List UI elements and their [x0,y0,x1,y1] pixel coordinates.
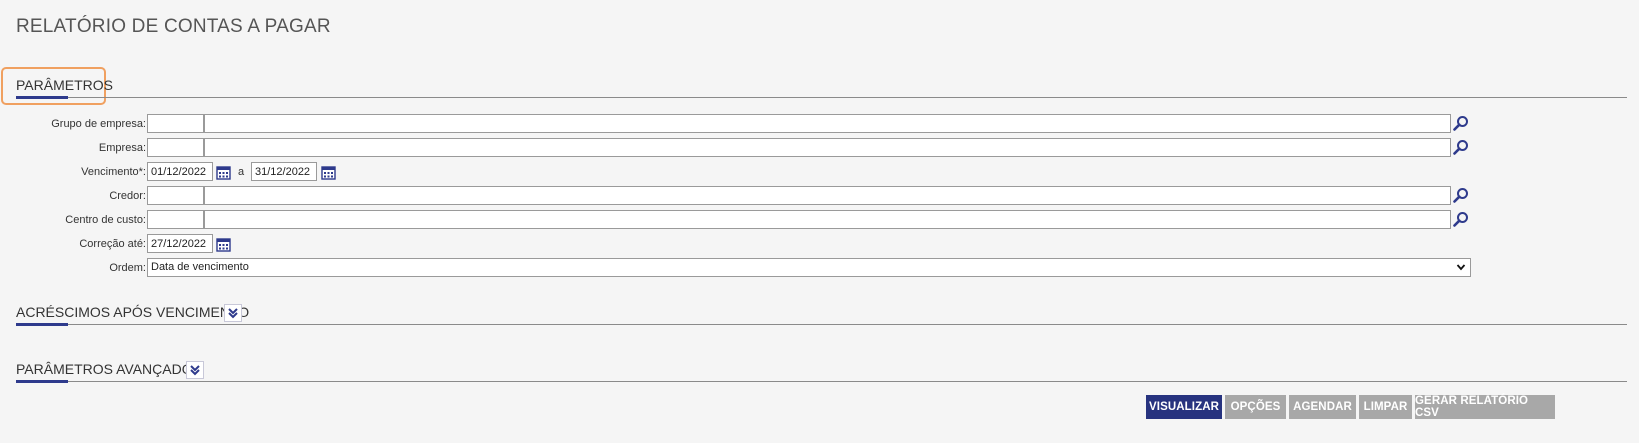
section-title-avancados[interactable]: PARÂMETROS AVANÇADOS [16,361,202,377]
limpar-button[interactable]: LIMPAR [1359,395,1412,419]
empresa-label: Empresa: [98,142,146,154]
centro-custo-code-input[interactable] [147,210,204,229]
correcao-label: Correção até: [79,238,146,250]
correcao-date-input[interactable] [147,234,213,253]
section-header: PARÂMETROS AVANÇADOS [16,355,1627,383]
vencimento-label: Vencimento*: [81,166,146,178]
section-acrescimos: ACRÉSCIMOS APÓS VENCIMENTO [16,298,1627,326]
section-header: ACRÉSCIMOS APÓS VENCIMENTO [16,298,1627,326]
grupo-empresa-code-input[interactable] [147,114,204,133]
section-avancados: PARÂMETROS AVANÇADOS [16,355,1627,383]
credor-name-input[interactable] [204,186,1451,205]
calendar-icon[interactable] [215,164,231,180]
grupo-empresa-label: Grupo de empresa: [51,118,146,130]
section-underline [16,380,68,383]
ordem-selected-value: Data de vencimento [151,261,249,273]
credor-label: Credor: [109,190,146,202]
ordem-select[interactable]: Data de vencimento [147,258,1471,277]
section-underline [16,96,68,99]
agendar-button[interactable]: AGENDAR [1289,395,1356,419]
section-title-parametros[interactable]: PARÂMETROS [16,77,113,93]
visualizar-button[interactable]: VISUALIZAR [1146,395,1222,419]
vencimento-from-input[interactable] [147,162,213,181]
opcoes-button[interactable]: OPÇÕES [1225,395,1286,419]
section-header: PARÂMETROS [16,74,1627,99]
double-chevron-down-icon[interactable] [224,304,242,322]
gerar-csv-button[interactable]: GERAR RELATÓRIO CSV [1415,395,1555,419]
double-chevron-down-icon[interactable] [186,361,204,379]
calendar-icon[interactable] [320,164,336,180]
ordem-label: Ordem: [109,262,146,274]
section-underline [16,323,68,326]
centro-custo-label: Centro de custo: [65,214,146,226]
search-icon[interactable] [1453,139,1469,155]
empresa-name-input[interactable] [204,138,1451,157]
grupo-empresa-name-input[interactable] [204,114,1451,133]
vencimento-separator: a [238,166,245,178]
credor-code-input[interactable] [147,186,204,205]
search-icon[interactable] [1453,187,1469,203]
page-title: RELATÓRIO DE CONTAS A PAGAR [16,16,331,37]
vencimento-to-input[interactable] [251,162,317,181]
chevron-down-icon [1456,264,1466,271]
search-icon[interactable] [1453,115,1469,131]
section-parametros: PARÂMETROS [16,74,1627,99]
centro-custo-name-input[interactable] [204,210,1451,229]
search-icon[interactable] [1453,211,1469,227]
section-title-acrescimos[interactable]: ACRÉSCIMOS APÓS VENCIMENTO [16,304,249,320]
empresa-code-input[interactable] [147,138,204,157]
calendar-icon[interactable] [215,236,231,252]
